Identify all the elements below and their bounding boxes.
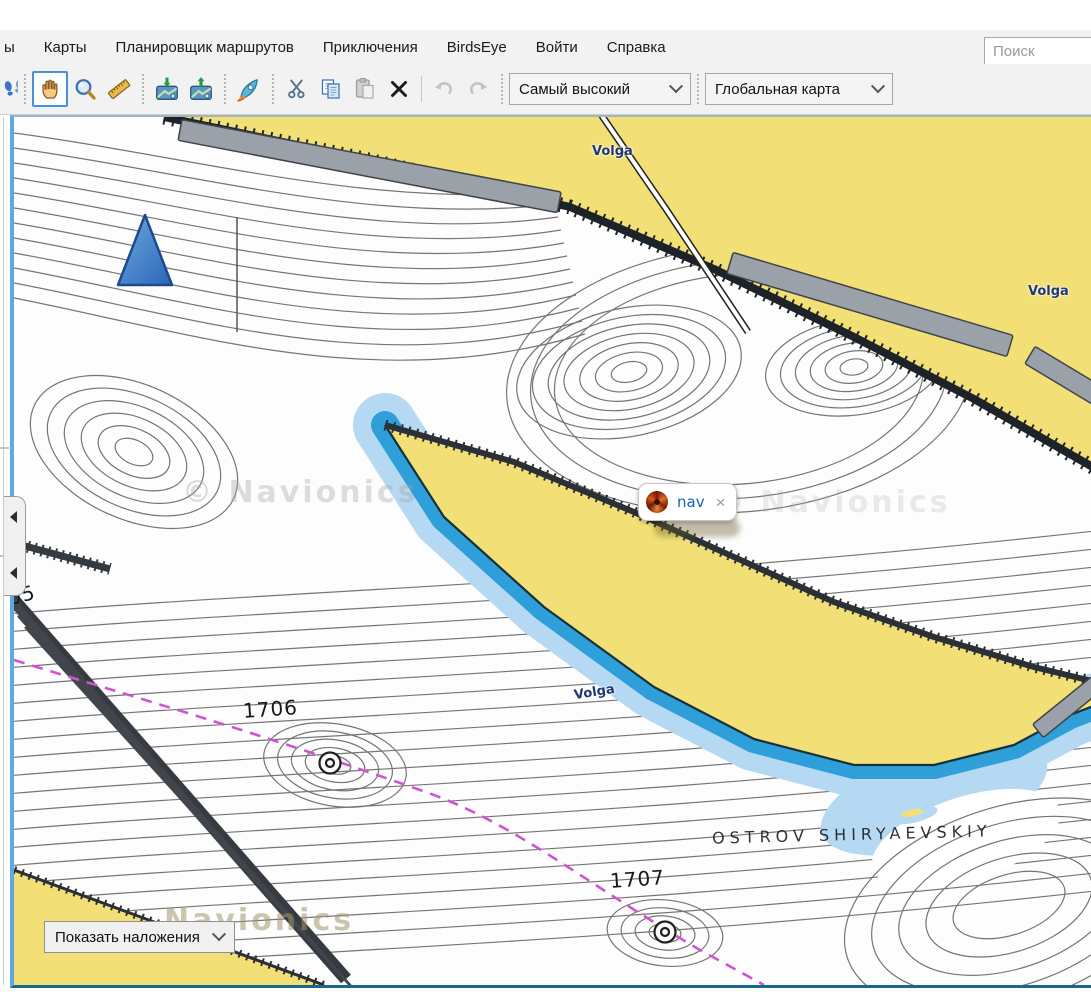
menu-item-adventures[interactable]: Приключения [323,39,418,56]
toolbar-separator [697,74,699,104]
cut-icon[interactable] [280,72,314,106]
search-box[interactable] [984,37,1091,65]
panel-splitter-handle[interactable] [4,496,26,596]
measure-ruler-icon[interactable] [102,72,136,106]
show-overlays-combo[interactable]: Показать наложения [44,921,235,953]
basecamp-window: { "menu": { "items": ["ы", "Карты", "Пла… [0,0,1091,992]
menu-item-cutoff[interactable]: ы [4,39,15,56]
toolbar-separator [24,74,26,104]
toolbar-separator [501,74,503,104]
toolbar-separator [272,74,274,104]
pan-hand-icon[interactable] [32,71,68,107]
menu-item-route-planner[interactable]: Планировщик маршрутов [116,39,294,56]
undo-icon[interactable] [427,72,461,106]
search-input[interactable] [985,38,1091,64]
map-product-value: Глобальная карта [715,81,861,98]
menu-item-help[interactable]: Справка [607,39,666,56]
map-area: © Navionics © Navionics Navionics Volga … [10,115,1091,988]
detail-level-combo[interactable]: Самый высокий [509,73,691,105]
balloon-shadow [654,519,740,537]
chevron-down-icon [669,79,683,93]
map-drawing [14,117,1091,985]
navionics-logo-icon [646,491,668,513]
paste-icon[interactable] [348,72,382,106]
detail-level-value: Самый высокий [519,81,659,98]
map-product-combo[interactable]: Глобальная карта [705,73,893,105]
delete-icon[interactable] [382,72,416,106]
show-overlays-label: Показать наложения [55,929,200,946]
balloon-label: nav [677,493,705,511]
nav-balloon[interactable]: nav × [638,483,737,521]
collapse-arrow-icon [10,567,17,579]
birdseye-rocket-icon[interactable] [232,72,266,106]
chevron-down-icon [871,79,885,93]
menu-item-birdseye[interactable]: BirdsEye [447,39,507,56]
map-canvas[interactable]: © Navionics © Navionics Navionics Volga … [14,117,1091,985]
toolbar-separator [421,76,422,102]
toolbar: Самый высокий Глобальная карта [0,64,1091,115]
panel-divider [0,447,9,449]
balloon-close-icon[interactable]: × [716,494,726,511]
toolbar-separator [224,74,226,104]
receive-from-device-icon[interactable] [150,72,184,106]
send-to-device-icon[interactable] [184,72,218,106]
menu-item-maps[interactable]: Карты [44,39,87,56]
chevron-down-icon [212,927,226,941]
toolbar-separator [142,74,144,104]
copy-icon[interactable] [314,72,348,106]
menu-bar: ы Карты Планировщик маршрутов Приключени… [0,30,1091,64]
menu-item-login[interactable]: Войти [536,39,578,56]
footprints-icon[interactable] [0,72,18,106]
zoom-icon[interactable] [68,72,102,106]
redo-icon[interactable] [461,72,495,106]
collapse-arrow-icon [10,511,17,523]
